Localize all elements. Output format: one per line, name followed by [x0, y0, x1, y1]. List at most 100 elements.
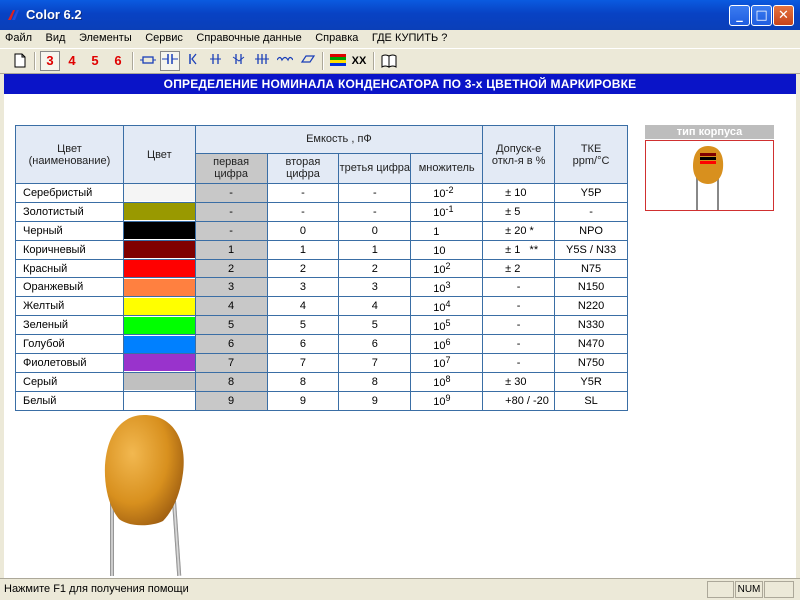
color-swatch-cell	[122, 183, 196, 203]
multiplier-base: 10	[433, 264, 446, 276]
book-icon[interactable]	[379, 51, 399, 71]
multiplier-cell: 10-1	[410, 201, 484, 222]
color-swatch	[123, 260, 195, 277]
menu-view[interactable]: Вид	[41, 30, 71, 44]
zener-icon[interactable]	[252, 51, 272, 71]
digit3-cell: 8	[338, 371, 412, 392]
multiplier-base: 10	[433, 396, 446, 409]
eraser-icon[interactable]	[298, 51, 318, 71]
tke-cell: N330	[554, 315, 628, 336]
color-swatch-cell	[122, 220, 196, 241]
tke-cell: N150	[554, 277, 628, 298]
multiplier-exponent: 5	[445, 317, 451, 328]
tolerance-cell: -	[482, 315, 556, 336]
digit1-cell: 7	[194, 353, 268, 373]
table-row[interactable]: Голубой 6 6 6 106- N470	[15, 334, 628, 355]
table-row[interactable]: Золотистый - - -10-1 ± 5-	[15, 201, 628, 222]
bands-4-button[interactable]: 4	[62, 51, 82, 71]
table-row[interactable]: Фиолетовый 7 7 7 107- N750	[15, 353, 628, 373]
new-document-icon[interactable]	[10, 51, 30, 71]
multiplier-exponent: 7	[445, 355, 451, 366]
table-row[interactable]: Белый 9 9 9 109 +80 / -20 SL	[15, 390, 628, 411]
variable-capacitor-icon[interactable]	[182, 51, 202, 71]
tke-cell: N750	[554, 353, 628, 373]
color-swatch	[123, 184, 195, 202]
bands-5-button[interactable]: 5	[85, 51, 105, 71]
table-row[interactable]: Коричневый 1 1 1 10 ± 1 ** Y5S / N33	[15, 239, 628, 260]
digit3-cell: 6	[338, 334, 412, 355]
digit3-cell: -	[338, 201, 412, 222]
diode-icon[interactable]	[229, 51, 249, 71]
title-bar: Color 6.2 _ □ ✕	[0, 0, 800, 30]
table-row[interactable]: Оранжевый 3 3 3 103- N150	[15, 277, 628, 298]
multiplier-base: 10	[433, 377, 446, 390]
menu-bar: Файл Вид Элементы Сервис Справочные данн…	[0, 30, 800, 48]
bands-6-button[interactable]: 6	[108, 51, 128, 71]
inductor-icon[interactable]	[206, 51, 226, 71]
color-swatch	[123, 354, 195, 372]
multiplier-cell: 1	[410, 220, 484, 241]
table-row[interactable]: Зеленый 5 5 5 105- N330	[15, 315, 628, 336]
tolerance-cell: ± 20 *	[482, 220, 556, 241]
resistor-icon[interactable]	[138, 51, 158, 71]
tke-cell: Y5S / N33	[554, 239, 628, 260]
color-name-cell: Фиолетовый	[15, 353, 124, 373]
color-swatch-cell	[122, 277, 196, 298]
tke-cell: N470	[554, 334, 628, 355]
multiplier-exponent: 9	[445, 393, 451, 404]
tke-cell: SL	[554, 390, 628, 411]
tolerance-cell: -	[482, 296, 556, 317]
color-name-cell: Голубой	[15, 334, 124, 355]
table-row[interactable]: Серый 8 8 8 108 ± 30 Y5R	[15, 371, 628, 392]
color-name-cell: Красный	[15, 258, 124, 279]
minimize-button[interactable]: _	[729, 5, 750, 26]
xx-button[interactable]: XX	[349, 51, 369, 71]
color-swatch-cell	[122, 258, 196, 279]
table-row[interactable]: Черный -0 0 1 ± 20 * NPO	[15, 220, 628, 241]
app-icon	[8, 10, 19, 20]
digit1-cell: 4	[194, 296, 268, 317]
coil-icon[interactable]	[275, 51, 295, 71]
capacitor-icon[interactable]	[160, 51, 180, 71]
tolerance-cell: +80 / -20	[482, 390, 556, 411]
color-swatch	[123, 373, 195, 391]
multiplier-base: 10	[433, 207, 446, 220]
multiplier-exponent: 2	[445, 261, 451, 271]
bands-3-button[interactable]: 3	[40, 51, 60, 71]
color-name-cell: Оранжевый	[15, 277, 124, 298]
color-swatch-cell	[122, 334, 196, 355]
tolerance-cell: ± 2	[482, 258, 556, 279]
header-multiplier: множитель	[410, 152, 484, 185]
color-swatch-cell	[122, 390, 196, 411]
table-row[interactable]: Красный 2 2 2 102 ± 2 N75	[15, 258, 628, 279]
digit1-cell: 6	[194, 334, 268, 355]
maximize-button[interactable]: □	[751, 5, 772, 26]
table-row[interactable]: Желтый 4 4 4 104- N220	[15, 296, 628, 317]
color-swatch-cell	[122, 371, 196, 392]
digit1-cell: 8	[194, 371, 268, 392]
menu-elements[interactable]: Элементы	[74, 30, 137, 44]
tke-cell: -	[554, 201, 628, 222]
status-message: Нажмите F1 для получения помощи	[4, 583, 189, 595]
menu-help[interactable]: Справка	[310, 30, 363, 44]
multiplier-base: 10	[433, 188, 446, 201]
menu-file[interactable]: Файл	[0, 30, 37, 44]
digit1-cell: -	[194, 183, 268, 203]
case-type-preview[interactable]	[645, 140, 774, 211]
color-name-cell: Зеленый	[15, 315, 124, 336]
digit1-cell: -	[194, 220, 268, 241]
tke-cell: N220	[554, 296, 628, 317]
tolerance-cell: ± 30	[482, 371, 556, 392]
menu-where-to-buy[interactable]: ГДЕ КУПИТЬ ?	[367, 30, 453, 44]
menu-service[interactable]: Сервис	[140, 30, 188, 44]
multiplier-exponent: -1	[445, 204, 454, 215]
multiplier-base: 1	[433, 226, 440, 239]
close-button[interactable]: ✕	[773, 5, 794, 26]
color-chart-icon[interactable]	[328, 51, 348, 71]
digit2-cell: -	[266, 183, 340, 203]
menu-reference[interactable]: Справочные данные	[191, 30, 306, 44]
multiplier-base: 10	[433, 282, 446, 295]
digit1-cell: -	[194, 201, 268, 222]
table-row[interactable]: Серебристый - - -10-2 ± 10 Y5P	[15, 183, 628, 203]
digit3-cell: 5	[338, 315, 412, 336]
